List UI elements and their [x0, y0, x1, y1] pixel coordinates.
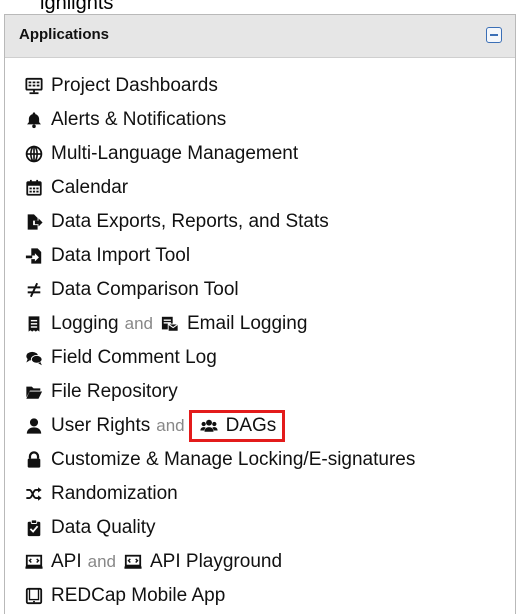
logging-link[interactable]: Logging: [51, 313, 119, 335]
menu-item-field-comment-log[interactable]: Field Comment Log: [23, 343, 217, 373]
email-logging-link[interactable]: Email Logging: [187, 313, 307, 335]
api-link[interactable]: API: [51, 551, 82, 573]
shuffle-icon: [23, 483, 45, 505]
connector-text: and: [124, 314, 153, 333]
menu-item-locking-esignatures[interactable]: Customize & Manage Locking/E-signatures: [23, 445, 415, 475]
clipboard-check-icon: [23, 517, 45, 539]
menu-item-logging-row: Logging and Email Logging: [23, 309, 307, 339]
menu-item-multi-language[interactable]: Multi-Language Management: [23, 139, 298, 169]
menu-item-data-import[interactable]: Data Import Tool: [23, 241, 190, 271]
menu-item-label: REDCap Mobile App: [51, 585, 226, 606]
menu-item-label: Data Quality: [51, 517, 156, 538]
menu-item-label: Multi-Language Management: [51, 143, 299, 164]
menu-item-label: Data Exports, Reports, and Stats: [51, 211, 329, 232]
panel-title: Applications: [19, 26, 110, 43]
menu-item-label: Field Comment Log: [51, 347, 217, 368]
api-laptop-icon: [122, 551, 144, 573]
menu-item-project-dashboards[interactable]: Project Dashboards: [23, 71, 218, 101]
users-group-icon: [198, 415, 220, 437]
api-playground-link[interactable]: API Playground: [150, 551, 282, 573]
menu-item-label: Data Comparison Tool: [51, 279, 239, 300]
menu-item-label: Calendar: [51, 177, 129, 198]
calendar-icon: [23, 177, 45, 199]
menu-item-label: File Repository: [51, 381, 178, 402]
menu-item-label: Randomization: [51, 483, 178, 504]
menu-item-api-row: API and API Playground: [23, 547, 282, 577]
not-equal-icon: [23, 279, 45, 301]
dashboard-screen-icon: [23, 75, 45, 97]
menu-item-randomization[interactable]: Randomization: [23, 479, 178, 509]
applications-panel: Applications Project Dashboards Alerts &…: [4, 14, 516, 614]
menu-item-label: Project Dashboards: [51, 75, 218, 96]
menu-item-mobile-app[interactable]: REDCap Mobile App: [23, 581, 225, 611]
connector-text: and: [87, 552, 116, 571]
comments-icon: [23, 347, 45, 369]
bell-icon: [23, 109, 45, 131]
globe-icon: [23, 143, 45, 165]
menu-item-file-repository[interactable]: File Repository: [23, 377, 178, 407]
api-laptop-icon: [23, 551, 45, 573]
panel-header: Applications: [5, 15, 515, 58]
menu-item-data-comparison[interactable]: Data Comparison Tool: [23, 275, 239, 305]
lock-icon: [23, 449, 45, 471]
receipt-icon: [23, 313, 45, 335]
connector-text: and: [156, 416, 185, 435]
file-export-icon: [23, 211, 45, 233]
mail-log-icon: [159, 313, 181, 335]
file-import-icon: [23, 245, 45, 267]
menu-item-alerts-notifications[interactable]: Alerts & Notifications: [23, 105, 226, 135]
menu-item-label: Data Import Tool: [51, 245, 191, 266]
menu-item-user-rights-row: User Rights and DAGs: [23, 410, 286, 442]
dags-highlight-box[interactable]: DAGs: [188, 410, 286, 442]
menu-item-data-quality[interactable]: Data Quality: [23, 513, 156, 543]
top-cut-label: ighlights: [40, 0, 114, 14]
menu-item-data-exports[interactable]: Data Exports, Reports, and Stats: [23, 207, 329, 237]
menu-item-calendar[interactable]: Calendar: [23, 173, 128, 203]
dags-link[interactable]: DAGs: [226, 415, 277, 437]
tablet-icon: [23, 585, 45, 607]
user-rights-link[interactable]: User Rights: [51, 415, 150, 437]
menu-item-label: Customize & Manage Locking/E-signatures: [51, 449, 416, 470]
menu-item-label: Alerts & Notifications: [51, 109, 227, 130]
folder-open-icon: [23, 381, 45, 403]
user-icon: [23, 415, 45, 437]
collapse-icon[interactable]: [486, 27, 502, 43]
